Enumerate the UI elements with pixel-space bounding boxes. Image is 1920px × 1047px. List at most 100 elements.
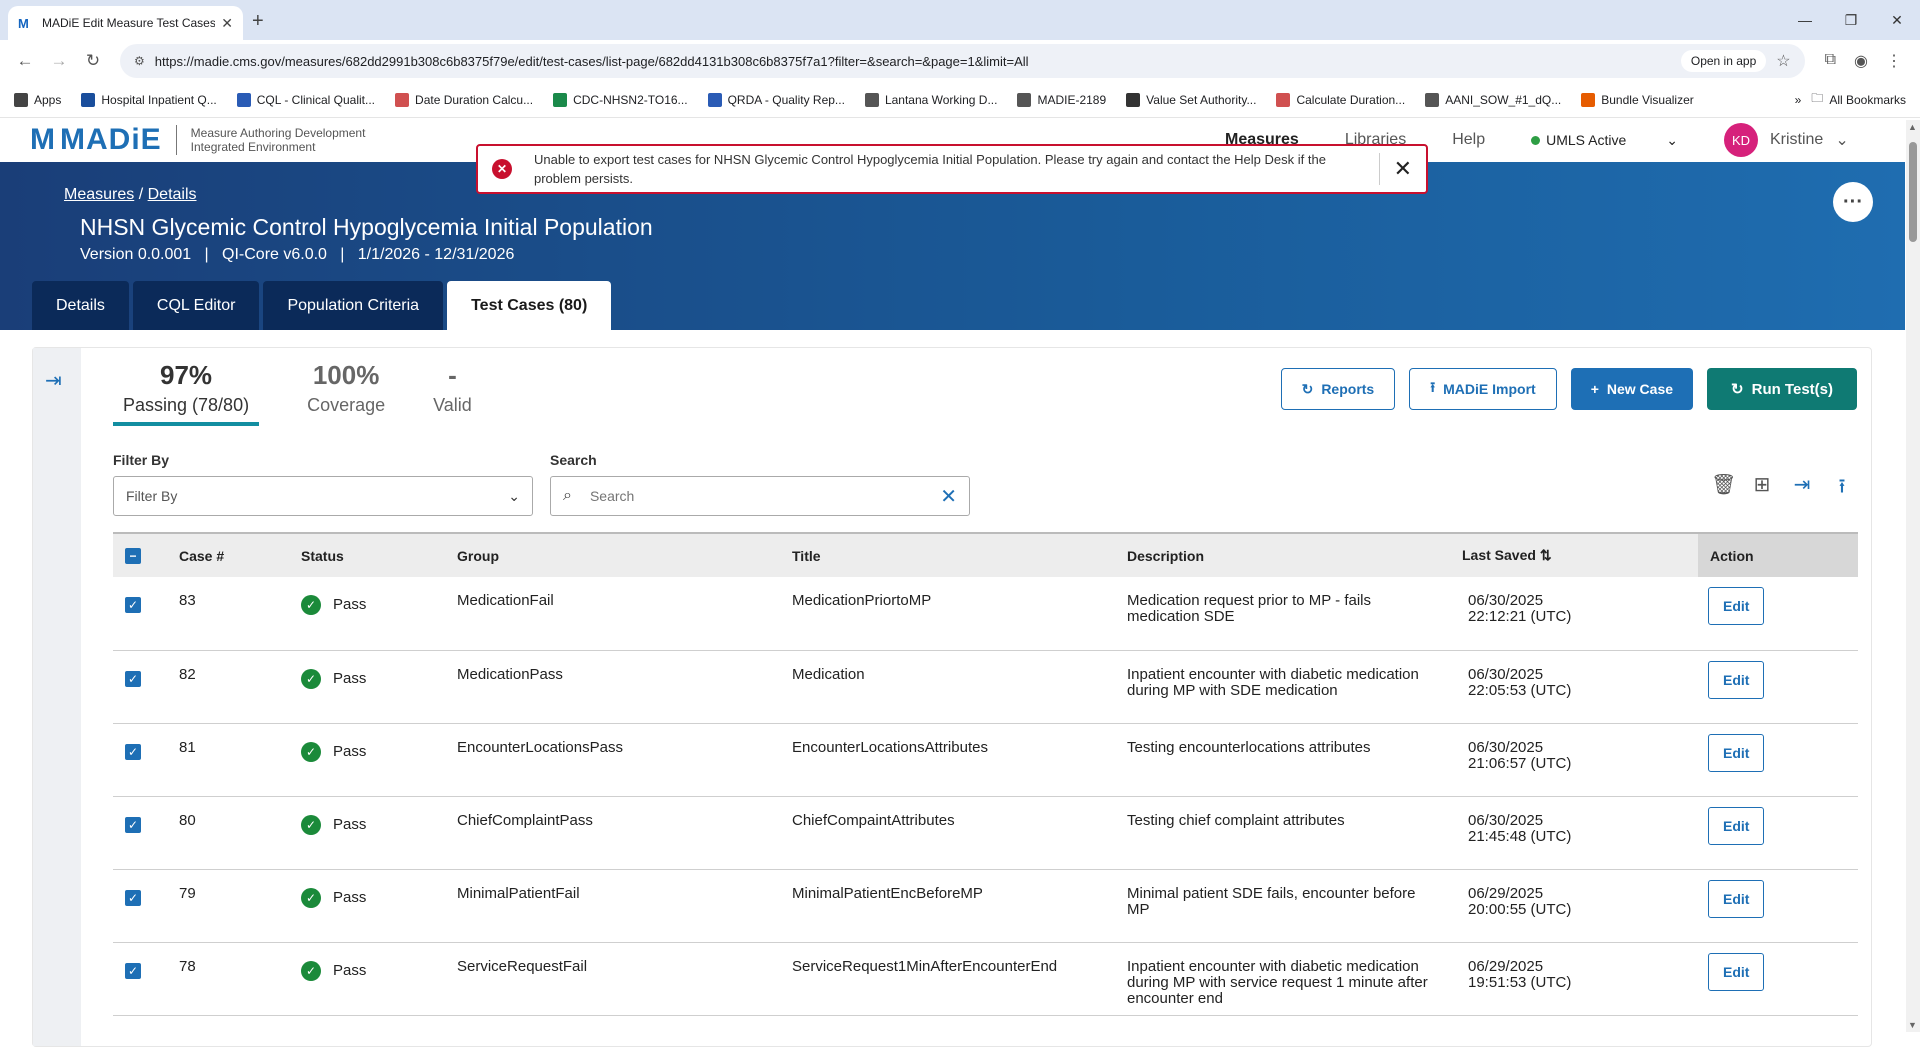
all-bookmarks-folder[interactable]: 🗀 All Bookmarks bbox=[1811, 89, 1906, 110]
row-checkbox[interactable]: ✓ bbox=[125, 962, 141, 979]
tab-test-cases[interactable]: Test Cases (80) bbox=[447, 281, 612, 330]
chrome-menu-icon[interactable]: ⋮ bbox=[1886, 51, 1902, 71]
coverage-stat[interactable]: 100% Coverage bbox=[307, 360, 385, 426]
group-cell: MedicationFail bbox=[457, 577, 792, 651]
edit-button[interactable]: Edit bbox=[1708, 733, 1765, 772]
measure-tabs: Details CQL Editor Population Criteria T… bbox=[32, 281, 612, 330]
profile-icon[interactable]: ◉ bbox=[1854, 51, 1868, 71]
open-in-app-button[interactable]: Open in app bbox=[1680, 50, 1767, 72]
bookmark-item[interactable]: Hospital Inpatient Q... bbox=[81, 92, 217, 107]
search-input[interactable] bbox=[589, 488, 941, 504]
bookmark-item[interactable]: Calculate Duration... bbox=[1276, 92, 1405, 107]
pass-check-icon: ✓ bbox=[301, 741, 321, 762]
bookmark-item[interactable]: CQL - Clinical Qualit... bbox=[236, 92, 375, 107]
bookmark-item[interactable]: Apps bbox=[14, 92, 61, 107]
row-checkbox[interactable]: ✓ bbox=[125, 743, 141, 760]
page-scrollbar[interactable]: ▲ ▼ bbox=[1906, 120, 1920, 1032]
tab-search-icon[interactable]: ⧉ bbox=[1825, 51, 1836, 71]
close-toast-button[interactable]: ✕ bbox=[1394, 156, 1412, 182]
bookmark-item[interactable]: Bundle Visualizer bbox=[1581, 92, 1694, 107]
avatar: KD bbox=[1723, 123, 1758, 157]
header-case[interactable]: Case # bbox=[179, 532, 301, 577]
close-tab-icon[interactable]: ✕ bbox=[221, 15, 233, 32]
breadcrumb-measures[interactable]: Measures bbox=[64, 186, 134, 203]
site-info-icon[interactable]: ⚙ bbox=[134, 54, 145, 68]
forward-icon[interactable]: → bbox=[42, 51, 76, 71]
user-menu[interactable]: KD Kristine ⌄ bbox=[1723, 123, 1849, 157]
passing-stat[interactable]: 97% Passing (78/80) bbox=[113, 360, 260, 426]
new-tab-icon[interactable]: + bbox=[252, 10, 264, 33]
row-checkbox[interactable]: ✓ bbox=[125, 670, 141, 687]
url-text[interactable]: https://madie.cms.gov/measures/682dd2991… bbox=[155, 54, 1681, 69]
nav-help[interactable]: Help bbox=[1452, 131, 1485, 149]
new-case-button[interactable]: + New Case bbox=[1570, 368, 1694, 410]
edit-button[interactable]: Edit bbox=[1708, 952, 1765, 991]
tab-population-criteria[interactable]: Population Criteria bbox=[263, 281, 444, 330]
valid-stat[interactable]: - Valid bbox=[433, 360, 472, 426]
run-tests-button[interactable]: ↻ Run Test(s) bbox=[1707, 368, 1857, 410]
row-checkbox[interactable]: ✓ bbox=[125, 597, 141, 613]
chevron-down-icon[interactable]: ⌄ bbox=[1666, 132, 1678, 149]
upload-icon[interactable]: ⭱ bbox=[1831, 472, 1853, 506]
rc-icon bbox=[707, 92, 722, 107]
header-status[interactable]: Status bbox=[301, 532, 457, 577]
tab-cql-editor[interactable]: CQL Editor bbox=[132, 281, 260, 330]
test-cases-table: − Case # Status Group Title Description … bbox=[113, 532, 1858, 1016]
reload-icon[interactable]: ↻ bbox=[76, 51, 110, 71]
pass-check-icon: ✓ bbox=[301, 668, 321, 689]
breadcrumb-details[interactable]: Details bbox=[148, 186, 197, 203]
reports-button[interactable]: ↻ Reports bbox=[1280, 368, 1396, 410]
status-cell: ✓ Pass bbox=[301, 960, 457, 981]
edit-button[interactable]: Edit bbox=[1708, 587, 1765, 625]
title-cell: ServiceRequest1MinAfterEncounterEnd bbox=[792, 942, 1127, 1016]
filter-label: Filter By bbox=[113, 452, 170, 468]
browser-toolbar: ← → ↻ ⚙ https://madie.cms.gov/measures/6… bbox=[0, 40, 1920, 82]
header-title[interactable]: Title bbox=[792, 532, 1127, 577]
close-window-icon[interactable]: ✕ bbox=[1874, 0, 1920, 40]
logo-word: MADiE bbox=[60, 123, 162, 156]
copy-add-icon[interactable]: ⊞ bbox=[1751, 472, 1773, 506]
minimize-icon[interactable]: — bbox=[1782, 0, 1828, 40]
address-bar[interactable]: ⚙ https://madie.cms.gov/measures/682dd29… bbox=[120, 44, 1805, 78]
bookmark-item[interactable]: CDC-NHSN2-TO16... bbox=[553, 92, 688, 107]
browser-tab[interactable]: M MADiE Edit Measure Test Cases ✕ bbox=[8, 6, 243, 40]
madie-import-button[interactable]: ⭱ MADiE Import bbox=[1409, 368, 1557, 410]
bookmark-item[interactable]: Value Set Authority... bbox=[1126, 92, 1256, 107]
bookmark-item[interactable]: AANI_SOW_#1_dQ... bbox=[1425, 92, 1561, 107]
row-checkbox[interactable]: ✓ bbox=[125, 816, 141, 833]
clear-search-icon[interactable]: ✕ bbox=[940, 484, 957, 509]
more-options-button[interactable]: ··· bbox=[1833, 182, 1873, 222]
expand-sidebar-icon[interactable]: ⇥ bbox=[45, 368, 62, 393]
umls-status[interactable]: UMLS Active ⌄ bbox=[1531, 132, 1678, 149]
tab-details[interactable]: Details bbox=[32, 281, 129, 330]
chevron-down-icon: ⌄ bbox=[508, 487, 520, 504]
select-all-checkbox[interactable]: − bbox=[125, 548, 141, 564]
bookmark-item[interactable]: Lantana Working D... bbox=[864, 92, 997, 107]
bookmark-star-icon[interactable]: ☆ bbox=[1776, 51, 1790, 71]
vsac-icon bbox=[1126, 92, 1141, 107]
status-cell: ✓ Pass bbox=[301, 814, 457, 835]
row-checkbox[interactable]: ✓ bbox=[125, 889, 141, 906]
back-icon[interactable]: ← bbox=[8, 51, 42, 71]
filter-select[interactable]: Filter By ⌄ bbox=[113, 476, 533, 516]
header-description[interactable]: Description bbox=[1127, 532, 1462, 577]
sort-icon[interactable]: ⇅ bbox=[1540, 547, 1552, 563]
restore-icon[interactable]: ❐ bbox=[1828, 0, 1874, 40]
edit-button[interactable]: Edit bbox=[1708, 879, 1765, 918]
madie-logo[interactable]: M MADiE Measure Authoring Development In… bbox=[30, 123, 365, 157]
edit-button[interactable]: Edit bbox=[1708, 806, 1765, 845]
status-cell: ✓ Pass bbox=[301, 668, 457, 689]
more-bookmarks-icon[interactable]: » bbox=[1795, 93, 1802, 107]
export-icon[interactable]: ⇥ bbox=[1791, 472, 1813, 506]
last-saved-cell: 06/30/2025 21:06:57 (UTC) bbox=[1462, 723, 1698, 797]
bookmark-item[interactable]: MADIE-2189 bbox=[1017, 92, 1106, 107]
header-last-saved[interactable]: Last Saved ⇅ bbox=[1462, 532, 1698, 577]
description-cell: Testing chief complaint attributes bbox=[1127, 796, 1462, 870]
delete-icon[interactable]: 🗑 bbox=[1711, 472, 1736, 506]
search-icon: ⌕ bbox=[563, 487, 572, 504]
case-number: 81 bbox=[179, 723, 301, 797]
edit-button[interactable]: Edit bbox=[1708, 660, 1765, 699]
header-group[interactable]: Group bbox=[457, 532, 792, 577]
bookmark-item[interactable]: QRDA - Quality Rep... bbox=[707, 92, 845, 107]
bookmark-item[interactable]: Date Duration Calcu... bbox=[395, 92, 533, 107]
